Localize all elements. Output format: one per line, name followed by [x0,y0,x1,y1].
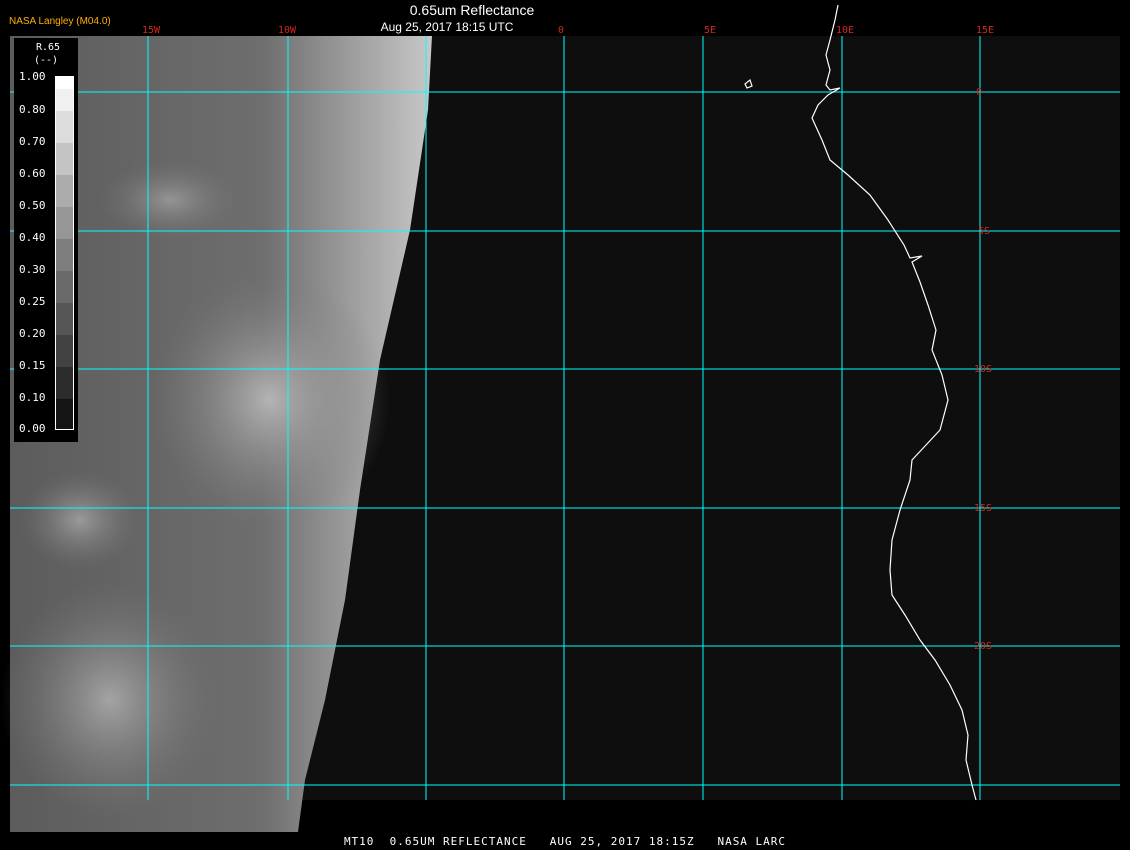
colorbar-tick: 0.00 [19,422,46,435]
footer-caption: MT10 0.65UM REFLECTANCE AUG 25, 2017 18:… [343,835,787,848]
cloud-patch [20,470,140,570]
lat-label: 5S [978,226,990,237]
colorbar-tick: 0.80 [19,103,46,116]
product-title: 0.65um Reflectance [409,2,535,18]
lat-label: 20S [974,641,992,652]
lon-label: 15E [976,25,994,36]
colorbar-title: R.65 [36,42,61,53]
satellite-map: 15W 10W 0 5E 10E 15E 0 5S 10S 15S 20S [0,4,1120,832]
lat-label: 15S [974,503,992,514]
colorbar-tick: 0.60 [19,167,46,180]
colorbar-tick: 0.20 [19,327,46,340]
colorbar-tick: 0.10 [19,391,46,404]
colorbar-tick: 1.00 [19,70,46,83]
colorbar-tick: 0.40 [19,231,46,244]
cloud-patch [0,580,220,820]
bright-cloud-deck [150,270,390,530]
colorbar-frame [55,76,74,430]
colorbar-tick: 0.15 [19,359,46,372]
colorbar-unit: (--) [34,55,59,66]
colorbar-tick: 0.30 [19,263,46,276]
image-timestamp: Aug 25, 2017 18:15 UTC [380,20,514,34]
colorbar-tick: 0.70 [19,135,46,148]
lat-label: 0 [976,87,982,98]
colorbar-tick: 0.50 [19,199,46,212]
colorbar-tick: 0.25 [19,295,46,308]
cloud-patch [100,160,240,240]
lat-label: 10S [974,364,992,375]
